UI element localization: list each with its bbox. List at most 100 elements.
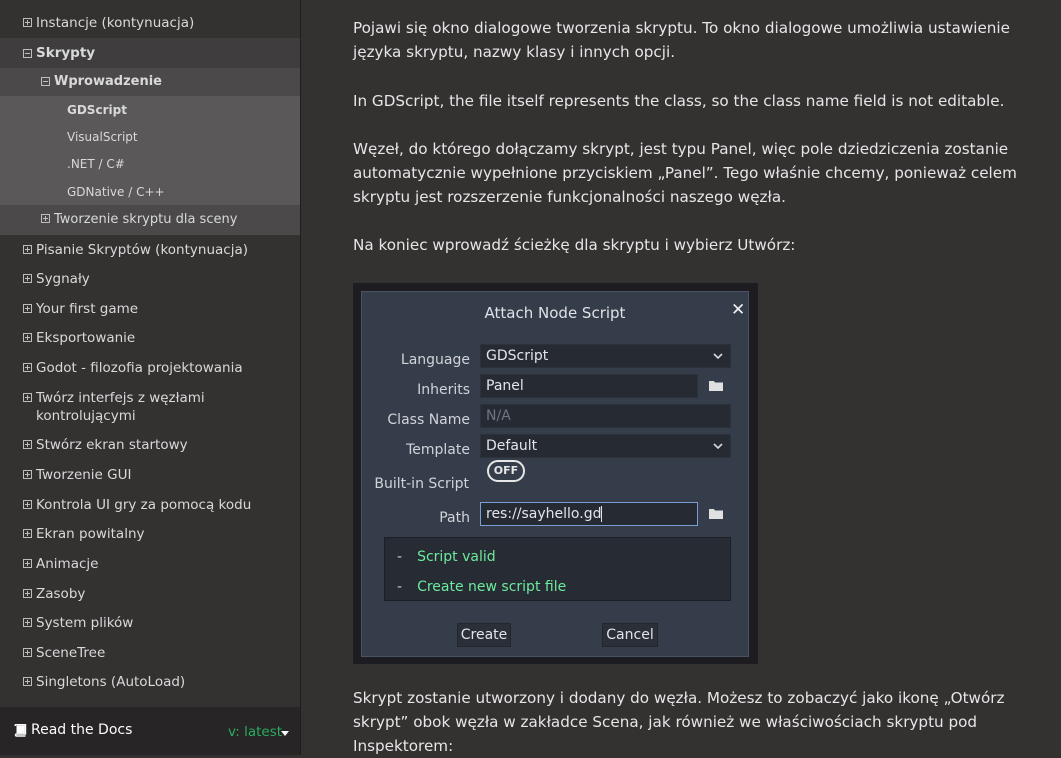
sidebar-item-label: Pisanie Skryptów (kontynuacja) (36, 242, 248, 258)
attach-node-script-dialog: Attach Node Script ✕ Language GDScript I… (361, 291, 749, 657)
status-dash: - (397, 579, 403, 595)
expand-icon[interactable] (23, 304, 32, 313)
version-selector[interactable]: v: latest (228, 724, 282, 740)
sidebar-item-pisanie-skryptow[interactable]: Pisanie Skryptów (kontynuacja) (0, 236, 300, 264)
sidebar-item-label: Sygnały (36, 271, 90, 287)
status-line: - Script valid (397, 545, 496, 569)
paragraph-gdscript-note: In GDScript, the file itself represents … (353, 92, 1005, 110)
sidebar-item-label: Instancje (kontynuacja) (36, 15, 195, 31)
text-cursor (601, 506, 603, 522)
read-the-docs-footer[interactable]: Read the Docs v: latest (0, 707, 300, 755)
path-label: Path (439, 510, 470, 526)
folder-icon[interactable] (709, 508, 723, 519)
inherits-field[interactable]: Panel (480, 374, 698, 398)
sidebar-item-label: GDNative / C++ (67, 185, 165, 199)
sidebar-item-wprowadzenie[interactable]: Wprowadzenie (0, 68, 300, 96)
close-icon[interactable]: ✕ (731, 298, 745, 322)
language-select[interactable]: GDScript (480, 344, 731, 368)
chevron-down-icon (713, 353, 723, 360)
sidebar-nav: Instancje (kontynuacja) Skrypty Wprowadz… (0, 0, 301, 755)
template-value: Default (486, 438, 538, 454)
sidebar-item-ekran-powitalny[interactable]: Ekran powitalny (0, 520, 300, 548)
sidebar-item-label: Animacje (36, 556, 99, 572)
expand-icon[interactable] (23, 333, 32, 342)
status-text: Script valid (417, 549, 496, 565)
folder-icon[interactable] (709, 380, 723, 391)
caret-down-icon[interactable] (281, 731, 289, 736)
path-value: res://sayhello.gd (486, 506, 602, 522)
expand-icon[interactable] (23, 500, 32, 509)
sidebar-item-label: Stwórz ekran startowy (36, 437, 188, 453)
chevron-down-icon (713, 443, 723, 450)
collapse-icon[interactable] (23, 49, 32, 58)
sidebar-item-system-plikow[interactable]: System plików (0, 609, 300, 637)
expand-icon[interactable] (23, 393, 32, 402)
template-label: Template (406, 442, 470, 458)
expand-icon[interactable] (23, 529, 32, 538)
status-dash: - (397, 549, 403, 565)
expand-icon[interactable] (23, 18, 32, 27)
status-line: - Create new script file (397, 575, 566, 599)
sidebar-item-label: SceneTree (36, 645, 106, 661)
sidebar-item-tworz-interfejs[interactable]: Twórz interfejs z węzłami kontrolującymi (0, 384, 300, 430)
sidebar-item-singletons[interactable]: Singletons (AutoLoad) (0, 668, 300, 696)
sidebar-item-animacje[interactable]: Animacje (0, 550, 300, 578)
sidebar-item-label: Tworzenie skryptu dla sceny (54, 212, 238, 227)
sidebar-item-scenetree[interactable]: SceneTree (0, 639, 300, 667)
built-in-script-label: Built-in Script (374, 476, 469, 492)
expand-icon[interactable] (23, 677, 32, 686)
sidebar-item-skrypty[interactable]: Skrypty (0, 38, 300, 68)
sidebar-item-eksportowanie[interactable]: Eksportowanie (0, 324, 300, 352)
sidebar-item-net-csharp[interactable]: .NET / C# (0, 150, 300, 177)
sidebar-item-stworz-ekran[interactable]: Stwórz ekran startowy (0, 431, 300, 459)
sidebar-item-sygnaly[interactable]: Sygnały (0, 265, 300, 293)
sidebar-item-label: Kontrola UI gry za pomocą kodu (36, 497, 252, 513)
sidebar-item-label-line2: kontrolującymi (36, 408, 136, 424)
sidebar-item-kontrola-ui[interactable]: Kontrola UI gry za pomocą kodu (0, 491, 300, 519)
sidebar-item-label: Wprowadzenie (54, 74, 162, 89)
paragraph-path: Na koniec wprowadź ścieżkę dla skryptu i… (353, 236, 796, 254)
sidebar-item-visualscript[interactable]: VisualScript (0, 123, 300, 150)
expand-icon[interactable] (23, 274, 32, 283)
sidebar-item-your-first-game[interactable]: Your first game (0, 295, 300, 323)
sidebar-item-label: VisualScript (67, 130, 138, 144)
cancel-button[interactable]: Cancel (602, 623, 658, 647)
path-field[interactable]: res://sayhello.gd (480, 502, 698, 526)
sidebar-item-label: Twórz interfejs z węzłami (36, 390, 205, 406)
status-box: - Script valid - Create new script file (384, 537, 731, 601)
expand-icon[interactable] (23, 589, 32, 598)
expand-icon[interactable] (23, 648, 32, 657)
sidebar-item-instancje-kontynuacja[interactable]: Instancje (kontynuacja) (0, 8, 300, 38)
book-icon (14, 724, 27, 737)
expand-icon[interactable] (23, 363, 32, 372)
sidebar-item-godot-filozofia[interactable]: Godot - filozofia projektowania (0, 354, 300, 382)
paragraph-intro: Pojawi się okno dialogowe tworzenia skry… (353, 19, 1010, 61)
built-in-script-toggle[interactable]: OFF (487, 460, 525, 482)
template-select[interactable]: Default (480, 434, 731, 458)
create-button[interactable]: Create (457, 623, 511, 647)
language-label: Language (400, 352, 470, 368)
collapse-icon[interactable] (41, 77, 50, 86)
sidebar-item-label: Your first game (36, 301, 139, 317)
sidebar-item-zasoby[interactable]: Zasoby (0, 580, 300, 608)
sidebar-item-label: Skrypty (36, 45, 96, 61)
sidebar-item-label: Eksportowanie (36, 330, 136, 346)
class-name-field: N/A (480, 404, 731, 428)
sidebar-item-gdnative[interactable]: GDNative / C++ (0, 177, 300, 205)
sidebar-item-label: Ekran powitalny (36, 526, 145, 542)
expand-icon[interactable] (23, 559, 32, 568)
inherits-label: Inherits (417, 382, 470, 398)
expand-icon[interactable] (23, 245, 32, 254)
sidebar-item-tworzenie-skryptu[interactable]: Tworzenie skryptu dla sceny (0, 205, 300, 235)
expand-icon[interactable] (41, 214, 50, 223)
sidebar-item-tworzenie-gui[interactable]: Tworzenie GUI (0, 461, 300, 489)
sidebar-item-label: Singletons (AutoLoad) (36, 674, 186, 690)
expand-icon[interactable] (23, 618, 32, 627)
main-content: Pojawi się okno dialogowe tworzenia skry… (301, 0, 1061, 755)
dialog-title: Attach Node Script (484, 304, 626, 322)
expand-icon[interactable] (23, 440, 32, 449)
sidebar-item-label: Godot - filozofia projektowania (36, 360, 243, 376)
sidebar-item-label: GDScript (67, 103, 127, 117)
expand-icon[interactable] (23, 470, 32, 479)
sidebar-item-gdscript[interactable]: GDScript (0, 96, 300, 123)
